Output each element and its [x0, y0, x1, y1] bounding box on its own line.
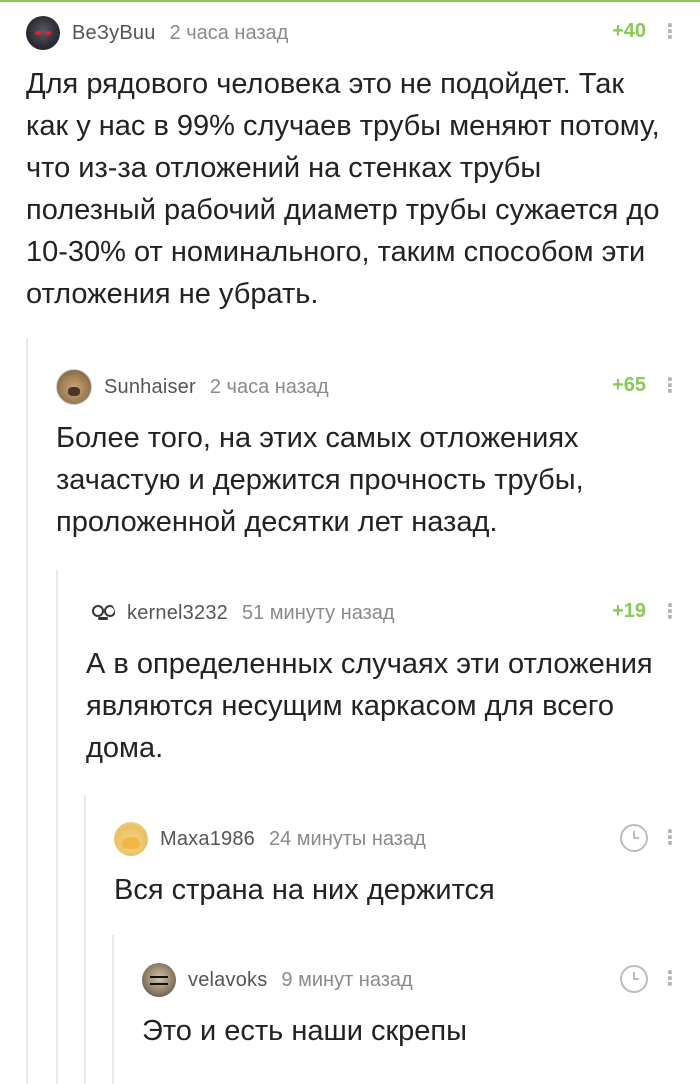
comment-text: Это и есть наши скрепы	[142, 1015, 467, 1047]
top-accent-line	[0, 0, 700, 2]
more-options-icon[interactable]: ⋮	[660, 18, 680, 46]
user-avatar[interactable]	[26, 16, 60, 50]
clock-icon[interactable]	[620, 965, 648, 993]
comment-time[interactable]: 9 минут назад	[281, 969, 412, 992]
comment-header: Maxa1986 24 минуты назад	[114, 822, 672, 856]
comment: kernel3232 51 минуту назад +19 ⋮ А в опр…	[86, 596, 680, 766]
comment-time[interactable]: 24 минуты назад	[269, 828, 426, 851]
author-name[interactable]: BeЗyBuu	[72, 22, 156, 45]
more-options-icon[interactable]: ⋮	[660, 824, 680, 852]
more-options-icon[interactable]: ⋮	[660, 372, 680, 400]
user-avatar[interactable]	[142, 963, 176, 997]
comment-text: Более того, на этих самых отложениях зач…	[56, 422, 584, 538]
avatar-mouth	[98, 617, 108, 620]
comment-text: А в определенных случаях эти отложения я…	[86, 648, 653, 764]
thread-line-2	[56, 570, 58, 1084]
comment-rating[interactable]: +65	[612, 374, 646, 397]
comment-rating[interactable]: +19	[612, 600, 646, 623]
avatar-dog-snout	[68, 387, 80, 396]
comment-rating[interactable]: +40	[612, 20, 646, 43]
author-name[interactable]: Maxa1986	[160, 828, 255, 851]
clock-icon[interactable]	[620, 824, 648, 852]
user-avatar[interactable]	[56, 369, 92, 405]
comment-header: kernel3232 51 минуту назад	[86, 596, 672, 630]
comment-time[interactable]: 51 минуту назад	[242, 602, 395, 625]
more-options-icon[interactable]: ⋮	[660, 965, 680, 993]
avatar-glasses-lens	[92, 605, 104, 617]
avatar-glasses	[150, 976, 168, 985]
avatar-glasses-lens	[104, 605, 115, 617]
comment: Maxa1986 24 минуты назад ⋮ Вся страна на…	[114, 822, 680, 912]
comment-time[interactable]: 2 часа назад	[210, 376, 329, 399]
author-name[interactable]: Sunhaiser	[104, 376, 196, 399]
author-name[interactable]: velavoks	[188, 969, 267, 992]
avatar-eye	[35, 31, 41, 35]
comment-header: Sunhaiser 2 часа назад	[56, 369, 672, 405]
comment-text: Для рядового человека это не подойдет. Т…	[26, 68, 660, 310]
comment-header: BeЗyBuu 2 часа назад	[26, 16, 672, 50]
thread-line-4	[112, 935, 114, 1084]
avatar-eye	[45, 31, 51, 35]
more-options-icon[interactable]: ⋮	[660, 598, 680, 626]
thread-line-1	[26, 338, 28, 1084]
comment: velavoks 9 минут назад ⋮ Это и есть наши…	[142, 963, 680, 1053]
comment-time[interactable]: 2 часа назад	[170, 22, 289, 45]
user-avatar[interactable]	[114, 822, 148, 856]
avatar-emoji-face	[122, 837, 140, 849]
comment-text: Вся страна на них держится	[114, 874, 495, 906]
thread-line-3	[84, 795, 86, 1084]
comment: Sunhaiser 2 часа назад +65 ⋮ Более того,…	[56, 369, 680, 540]
user-avatar[interactable]	[91, 601, 115, 625]
author-name[interactable]: kernel3232	[127, 602, 228, 625]
comment: BeЗyBuu 2 часа назад +40 ⋮ Для рядового …	[26, 16, 680, 316]
comment-header: velavoks 9 минут назад	[142, 963, 672, 997]
